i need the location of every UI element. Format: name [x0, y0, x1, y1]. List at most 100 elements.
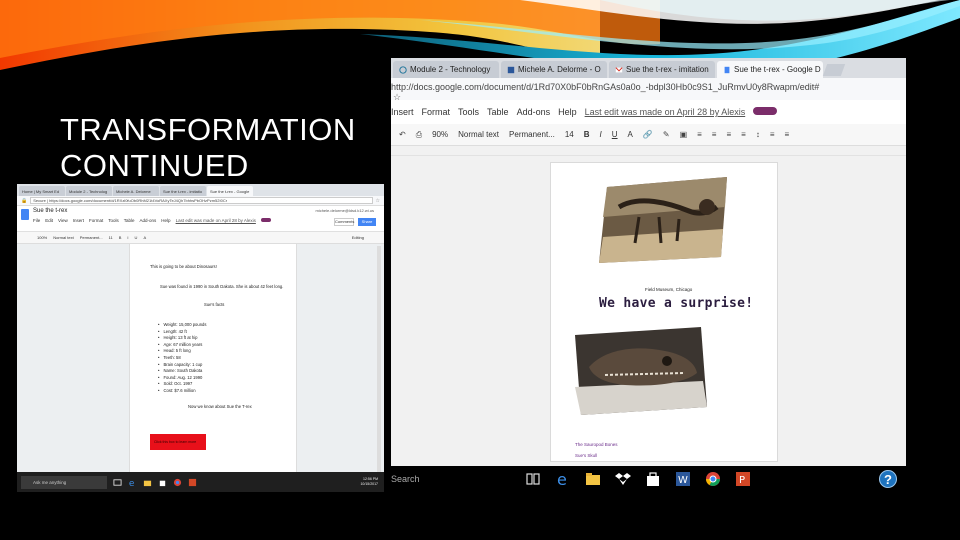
left-taskbar-search[interactable]: Ask me anything	[21, 475, 107, 489]
store-icon[interactable]	[645, 471, 661, 487]
right-ruler[interactable]	[391, 146, 906, 156]
edge-icon[interactable]: e	[128, 478, 137, 487]
left-menu-view[interactable]: View	[58, 218, 68, 223]
left-tab-4[interactable]: Sue the t-rex - imitatio	[160, 186, 206, 196]
left-doc-title[interactable]: Sue the t-rex	[33, 208, 67, 214]
task-view-icon[interactable]	[525, 471, 541, 487]
left-underline-button[interactable]: U	[135, 235, 138, 240]
right-style-select[interactable]: Normal text	[458, 130, 499, 139]
left-text-color-button[interactable]: A	[143, 235, 146, 240]
star-icon[interactable]: ☆	[393, 92, 401, 103]
left-tab-2[interactable]: Module 2 - Technolog	[66, 186, 112, 196]
left-font-select[interactable]: Permanent...	[80, 235, 103, 240]
left-menu-edit[interactable]: Edit	[45, 218, 53, 223]
undo-icon[interactable]: ↶	[399, 130, 406, 139]
left-menu-tools[interactable]: Tools	[108, 218, 119, 223]
right-taskbar-search[interactable]: Search	[391, 474, 511, 484]
right-italic-button[interactable]: I	[600, 130, 602, 139]
left-browser-screenshot: Home | My Smart Ed Module 2 - Technolog …	[17, 184, 384, 492]
print-icon[interactable]: ⎙	[416, 130, 422, 140]
left-menu-table[interactable]: Table	[124, 218, 135, 223]
line-spacing-icon[interactable]: ↕	[756, 130, 760, 139]
docs-logo-icon[interactable]	[21, 209, 29, 220]
dropbox-icon[interactable]	[615, 471, 631, 487]
align-left-icon[interactable]: ≡	[697, 130, 702, 139]
right-menu-tools[interactable]: Tools	[458, 107, 479, 117]
right-text-color-button[interactable]: A	[628, 130, 633, 139]
left-menu-help[interactable]: Help	[161, 218, 170, 223]
left-doc-page[interactable]: This is going to be about Dinosaurs! Sue…	[129, 244, 297, 492]
left-tab-3[interactable]: Michele A. Delorme	[113, 186, 159, 196]
right-size-select[interactable]: 14	[565, 130, 574, 139]
right-tab-3-label: Sue the t-rex - imitation	[626, 65, 709, 74]
left-docs-header: Sue the t-rex File Edit View Insert Form…	[17, 206, 384, 232]
left-menu-file[interactable]: File	[33, 218, 40, 223]
link-icon[interactable]: 🔗	[643, 130, 653, 139]
right-tab-4[interactable]: Sue the t-rex - Google D	[717, 61, 823, 78]
left-address-row: 🔒 Secure | https://docs.google.com/docum…	[17, 196, 384, 206]
right-menu-format[interactable]: Format	[422, 107, 451, 117]
right-menu-insert[interactable]: Insert	[391, 107, 414, 117]
edge-icon[interactable]: e	[555, 471, 571, 487]
left-menu-format[interactable]: Format	[89, 218, 103, 223]
right-address-bar[interactable]: http://docs.google.com/document/d/1Rd70X…	[391, 78, 906, 100]
left-format-toolbar: 100% Normal text Permanent... 11 B I U A…	[17, 232, 384, 244]
star-icon[interactable]: ☆	[376, 198, 380, 204]
right-tab-2[interactable]: Michele A. Delorme - O	[501, 61, 607, 78]
left-style-select[interactable]: Normal text	[53, 235, 73, 240]
task-view-icon[interactable]	[113, 478, 122, 487]
align-justify-icon[interactable]: ≡	[741, 130, 746, 139]
right-underline-button[interactable]: U	[612, 130, 618, 139]
align-center-icon[interactable]: ≡	[712, 130, 717, 139]
left-comments-button[interactable]: Comments	[334, 218, 354, 226]
chrome-icon[interactable]	[173, 478, 182, 487]
powerpoint-icon[interactable]: P	[735, 471, 751, 487]
left-share-button[interactable]: Share	[358, 218, 376, 226]
right-font-select[interactable]: Permanent...	[509, 130, 555, 139]
left-size-select[interactable]: 11	[109, 235, 113, 240]
left-zoom-select[interactable]: 100%	[37, 235, 47, 240]
word-icon[interactable]: W	[675, 471, 691, 487]
powerpoint-icon[interactable]	[188, 478, 197, 487]
left-tab-5[interactable]: Sue the t-rex - Google	[207, 186, 253, 196]
list-item: Height: 13 ft at hip	[158, 335, 206, 342]
image-icon[interactable]: ▣	[680, 130, 688, 139]
right-zoom-select[interactable]: 90%	[432, 130, 448, 139]
align-right-icon[interactable]: ≡	[726, 130, 731, 139]
folder-icon[interactable]	[585, 471, 601, 487]
folder-icon[interactable]	[143, 478, 152, 487]
left-editing-mode[interactable]: Editing	[352, 235, 364, 240]
bulleted-list-icon[interactable]: ≡	[784, 130, 789, 139]
red-link-box[interactable]: Click this box to learn more	[150, 434, 206, 450]
right-menu-table[interactable]: Table	[487, 107, 509, 117]
left-page-line-3: Sue's facts	[204, 302, 225, 307]
left-scrollbar[interactable]	[377, 246, 381, 476]
right-purple-caption-2: Sue's Skull	[575, 453, 598, 458]
comment-icon[interactable]: ✎	[663, 130, 670, 139]
left-menu-addons[interactable]: Add-ons	[140, 218, 157, 223]
right-bold-button[interactable]: B	[584, 130, 590, 139]
left-tab-1[interactable]: Home | My Smart Ed	[19, 186, 65, 196]
right-tab-1[interactable]: Module 2 - Technology	[393, 61, 499, 78]
left-italic-button[interactable]: I	[127, 235, 128, 240]
docs-tab-icon	[724, 66, 730, 74]
right-menu-help[interactable]: Help	[558, 107, 577, 117]
left-address-bar[interactable]: Secure | https://docs.google.com/documen…	[30, 197, 373, 204]
redaction-mark	[260, 218, 271, 222]
left-menu-insert[interactable]: Insert	[73, 218, 84, 223]
store-icon[interactable]	[158, 478, 167, 487]
list-item: Name: South Dakota	[158, 368, 206, 375]
lock-icon: 🔒	[21, 197, 28, 204]
numbered-list-icon[interactable]: ≡	[770, 130, 775, 139]
left-taskbar: Ask me anything e 12:56 PM 10/15/2017	[17, 472, 384, 492]
chrome-icon[interactable]	[705, 471, 721, 487]
right-doc-page[interactable]: Field Museum, Chicago We have a surprise…	[550, 162, 778, 462]
right-menu-addons[interactable]: Add-ons	[517, 107, 551, 117]
right-format-toolbar: ↶ ⎙ 90% Normal text Permanent... 14 B I …	[391, 124, 906, 146]
right-tab-3[interactable]: Sue the t-rex - imitation	[609, 61, 715, 78]
left-last-edit-link[interactable]: Last edit was made on April 28 by Alexis	[176, 218, 256, 223]
help-icon[interactable]: ?	[879, 470, 897, 488]
right-last-edit-link[interactable]: Last edit was made on April 28 by Alexis	[585, 107, 746, 117]
left-bold-button[interactable]: B	[119, 235, 122, 240]
new-tab-button[interactable]	[822, 64, 846, 76]
